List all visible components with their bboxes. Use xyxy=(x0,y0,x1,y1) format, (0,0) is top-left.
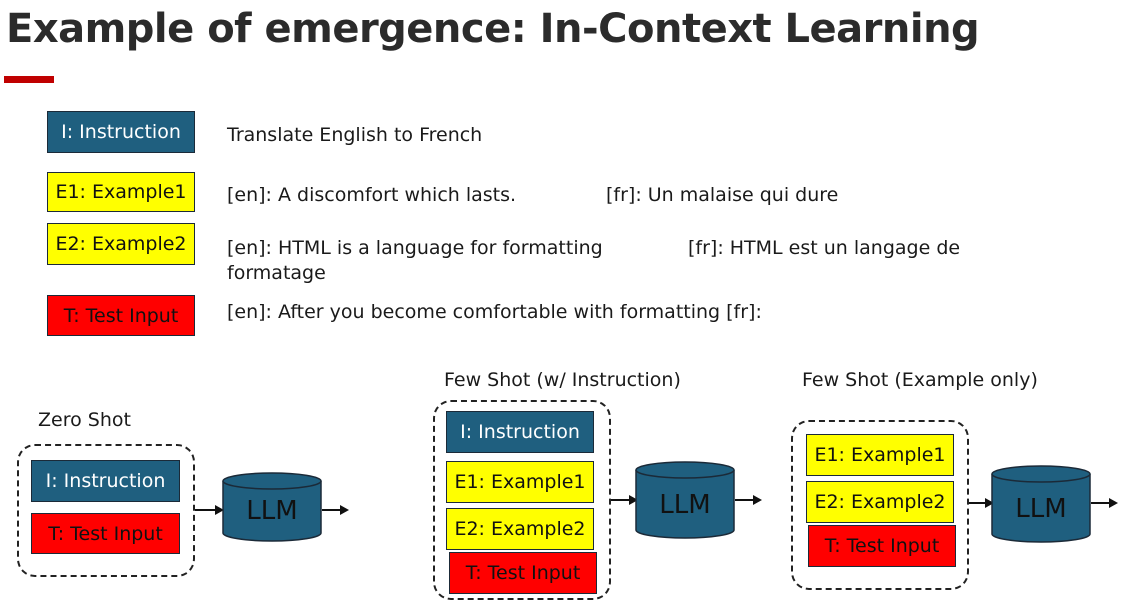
few-shot-examples-example2-box: E2: Example2 xyxy=(806,481,954,523)
legend-box-test-input: T: Test Input xyxy=(47,295,195,336)
few-shot-examples-test-input-box: T: Test Input xyxy=(808,525,956,567)
legend-box-instruction: I: Instruction xyxy=(47,111,195,153)
few-shot-instruction-output-arrow xyxy=(735,495,762,505)
legend-text-example1-en: [en]: A discomfort which lasts. xyxy=(227,184,517,206)
legend-text-instruction: Translate English to French xyxy=(227,124,483,146)
legend-text-example1-fr: [fr]: Un malaise qui dure xyxy=(606,184,839,206)
few-shot-examples-llm-label: LLM xyxy=(1015,494,1067,524)
few-shot-instruction-example2-box: E2: Example2 xyxy=(446,508,594,550)
few-shot-examples-example1-box: E1: Example1 xyxy=(806,434,954,476)
legend-text-example2-fr-cont: formatage xyxy=(227,262,326,284)
slide-title: Example of emergence: In-Context Learnin… xyxy=(6,6,980,52)
legend-text-example2-en: [en]: HTML is a language for formatting xyxy=(227,237,603,259)
title-accent-bar xyxy=(4,76,54,83)
zero-shot-instruction-box: I: Instruction xyxy=(31,460,180,502)
few-shot-instruction-instruction-box: I: Instruction xyxy=(446,411,594,453)
legend-box-example1: E1: Example1 xyxy=(47,172,195,212)
zero-shot-input-arrow xyxy=(195,505,224,515)
zero-shot-output-arrow xyxy=(322,505,349,515)
few-shot-instruction-example1-box: E1: Example1 xyxy=(446,461,594,503)
few-shot-examples-label: Few Shot (Example only) xyxy=(802,369,1038,391)
legend-box-example2: E2: Example2 xyxy=(47,223,195,265)
legend-text-example2-fr: [fr]: HTML est un langage de xyxy=(688,237,961,259)
zero-shot-test-input-box: T: Test Input xyxy=(31,513,180,554)
zero-shot-label: Zero Shot xyxy=(38,409,131,431)
few-shot-examples-output-arrow xyxy=(1091,498,1118,508)
few-shot-instruction-label: Few Shot (w/ Instruction) xyxy=(444,369,681,391)
few-shot-instruction-test-input-box: T: Test Input xyxy=(449,552,597,594)
zero-shot-llm-label: LLM xyxy=(246,496,298,526)
few-shot-instruction-llm-label: LLM xyxy=(659,490,711,520)
legend-text-test-input: [en]: After you become comfortable with … xyxy=(227,301,762,323)
